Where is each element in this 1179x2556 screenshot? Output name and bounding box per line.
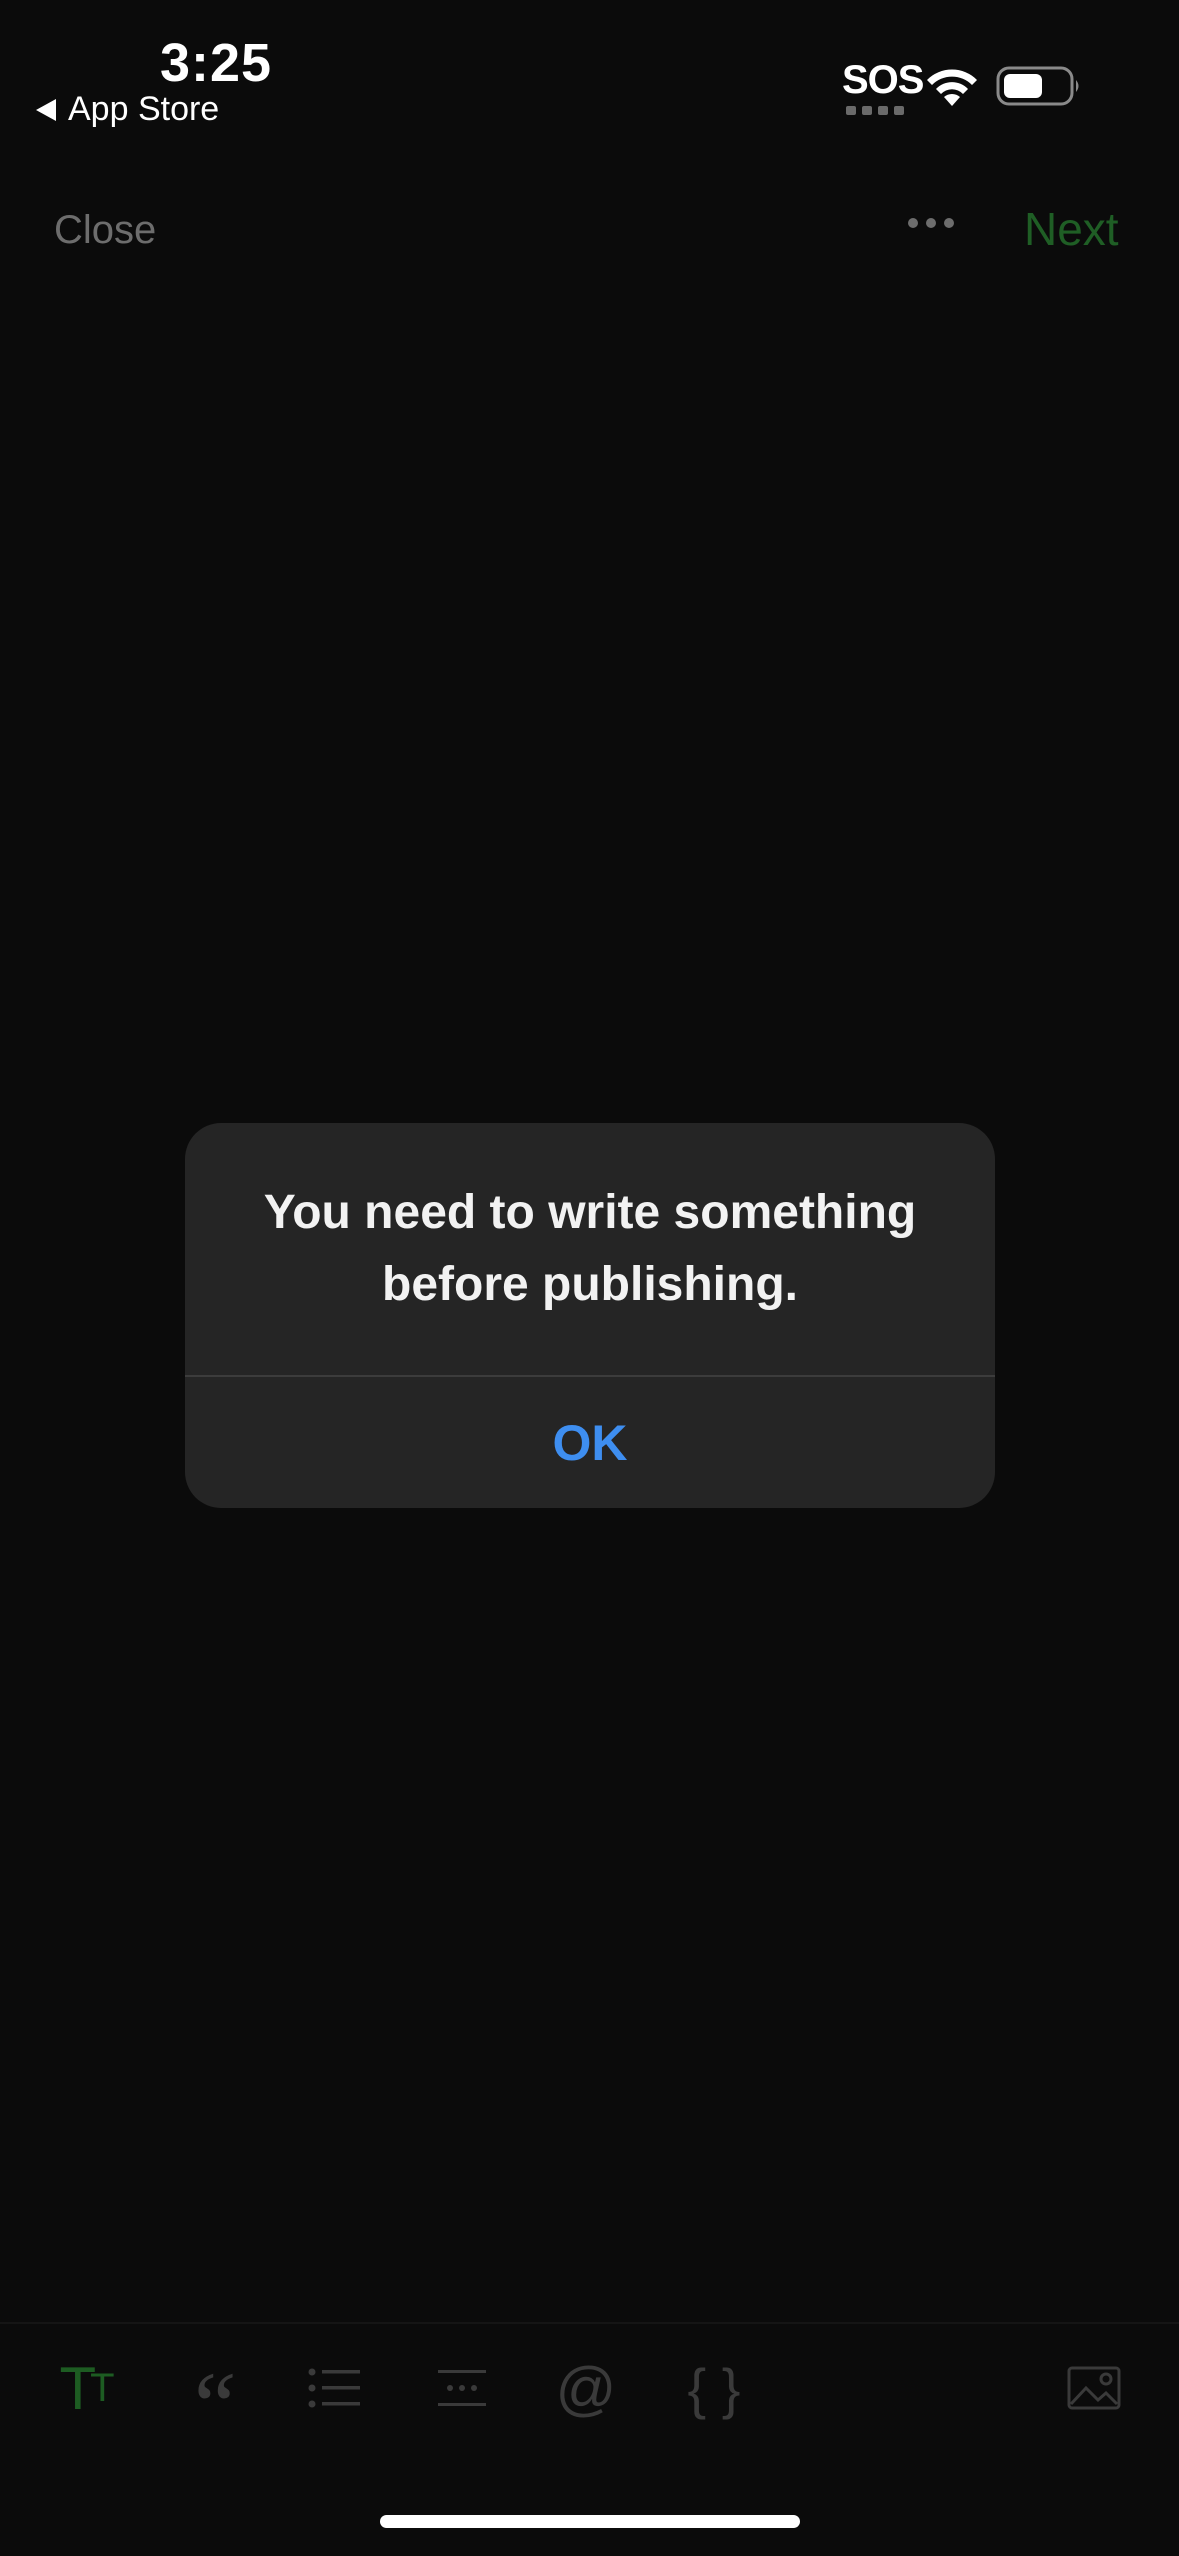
alert-message: You need to write something before publi… [263, 1186, 917, 1311]
close-button[interactable]: Close [54, 208, 156, 253]
more-options-icon[interactable] [908, 218, 954, 228]
back-arrow-icon [36, 98, 56, 121]
alert-dialog: You need to write something before publi… [185, 1123, 995, 1508]
sos-indicator: SOS [842, 58, 924, 102]
toolbar-divider [0, 2322, 1179, 2324]
screen: 3:25 App Store SOS Close Next You need t… [0, 0, 1179, 2556]
status-time: 3:25 [160, 33, 273, 93]
list-icon[interactable] [306, 2356, 362, 2420]
text-size-glyph-small: T [90, 2365, 115, 2410]
signal-dots-icon [846, 106, 904, 115]
battery-icon [996, 66, 1079, 106]
wifi-icon [927, 69, 977, 106]
next-button[interactable]: Next [1024, 202, 1119, 256]
mention-icon[interactable]: @ [556, 2355, 617, 2422]
quote-icon[interactable]: “ [184, 2352, 237, 2459]
back-app-label: App Store [68, 90, 220, 128]
image-icon[interactable] [1066, 2356, 1122, 2420]
text-size-icon[interactable]: TT [52, 2355, 122, 2422]
code-braces-icon[interactable]: { } [684, 2356, 744, 2420]
ok-button[interactable]: OK [185, 1377, 995, 1508]
divider-icon[interactable] [436, 2356, 488, 2420]
back-to-app-store[interactable]: App Store [36, 90, 219, 129]
home-indicator[interactable] [380, 2515, 800, 2528]
